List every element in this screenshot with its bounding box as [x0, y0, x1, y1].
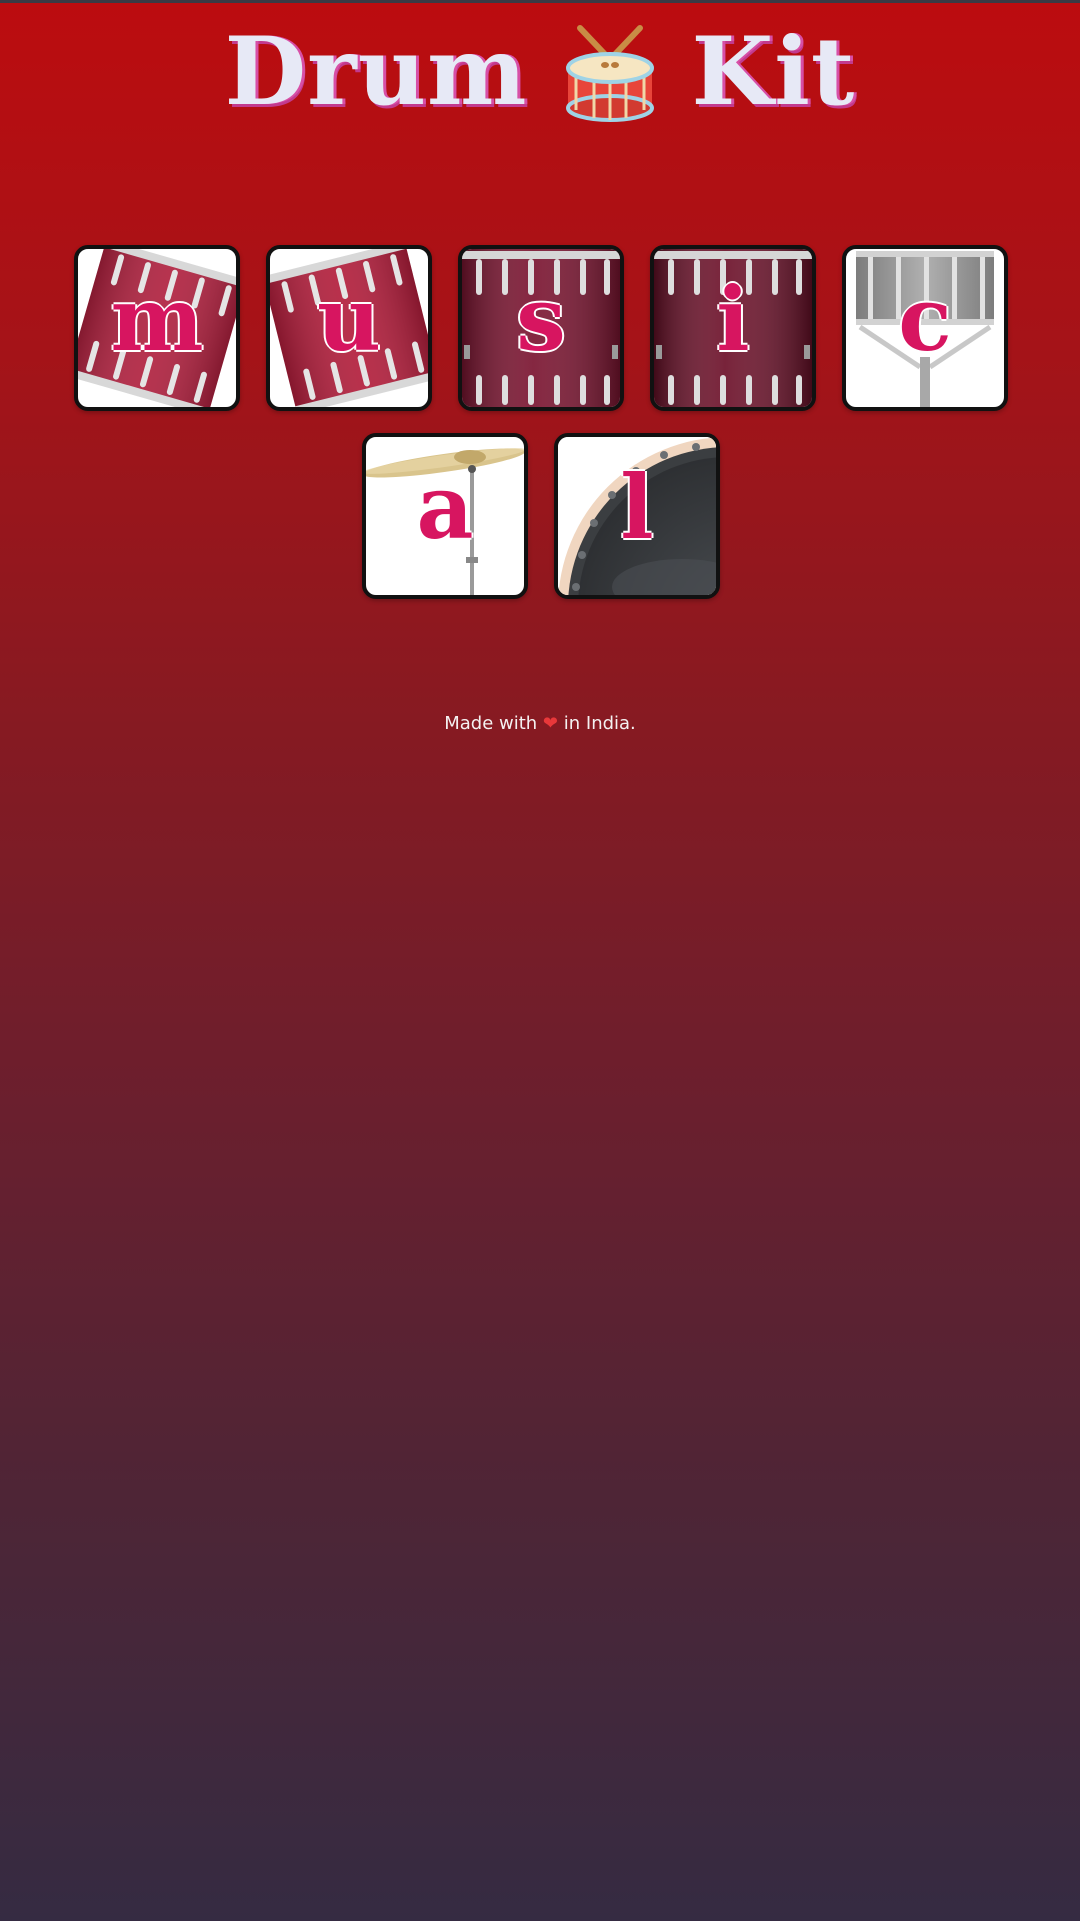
footer-prefix: Made with: [444, 713, 538, 734]
key-letter: c: [898, 267, 952, 371]
footer: Made with ❤ in India.: [0, 713, 1080, 734]
drum-icon: [565, 25, 654, 122]
drum-key-m[interactable]: m: [74, 245, 240, 411]
drum-key-u[interactable]: u: [266, 245, 432, 411]
drum-key-i[interactable]: i: [650, 245, 816, 411]
key-letter: s: [516, 267, 566, 371]
drum-key-s[interactable]: s: [458, 245, 624, 411]
heart-icon: ❤: [542, 713, 559, 734]
page-title: Drum Kit: [0, 14, 1080, 130]
key-letter: l: [620, 455, 654, 559]
title-word-kit: Kit: [691, 17, 856, 127]
key-letter: a: [416, 455, 474, 559]
drum-key-c[interactable]: c: [842, 245, 1008, 411]
key-letter: u: [317, 267, 381, 371]
key-letter: i: [716, 267, 750, 371]
key-letter: m: [110, 267, 204, 371]
footer-suffix: in India.: [563, 713, 636, 734]
drum-key-l[interactable]: l: [554, 433, 720, 599]
drum-key-a[interactable]: a: [362, 433, 528, 599]
title-word-drum: Drum: [224, 17, 528, 127]
top-strip: [0, 0, 1080, 3]
